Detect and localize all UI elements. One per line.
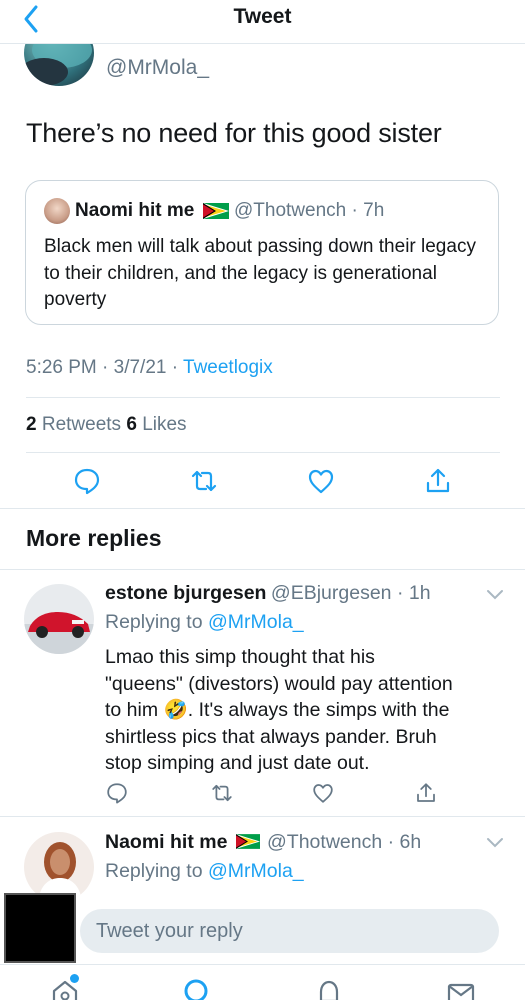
divider (0, 816, 525, 817)
reply-text-line: to him 🤣. It's always the simps with the (105, 699, 450, 722)
meta-separator: · (391, 582, 409, 604)
chevron-down-icon (487, 838, 503, 848)
chevron-left-icon (24, 5, 38, 33)
retweet-button[interactable] (189, 466, 219, 496)
reply-author-name[interactable]: estone bjurgesen (105, 582, 266, 604)
person-avatar-image (24, 832, 94, 902)
source-link[interactable]: Tweetlogix (183, 357, 273, 378)
reply-button[interactable] (105, 781, 129, 805)
share-button[interactable] (423, 466, 453, 496)
reply-time: 6h (399, 831, 422, 853)
replying-mention[interactable]: @MrMola_ (208, 611, 304, 633)
nav-messages[interactable] (446, 977, 476, 1000)
reply-bubble-icon (74, 468, 100, 495)
nav-home[interactable] (50, 974, 80, 1000)
reply-avatar[interactable] (24, 584, 94, 654)
reply-author-handle: @EBjurgesen (270, 582, 392, 604)
user-avatar[interactable] (4, 893, 76, 963)
divider (26, 452, 500, 453)
reply-avatar[interactable] (24, 832, 94, 902)
heart-icon (308, 469, 334, 494)
like-button[interactable] (311, 781, 335, 805)
retweets-count: 2 (26, 414, 37, 435)
replying-to: Replying to @MrMola_ (105, 860, 304, 883)
heart-icon (313, 784, 333, 803)
replying-prefix: Replying to (105, 860, 208, 882)
search-icon (184, 979, 208, 1000)
top-bar (0, 0, 525, 44)
nav-search[interactable] (182, 977, 212, 1000)
share-button[interactable] (414, 781, 438, 805)
tweet-timestamp: 5:26 PM · 3/7/21 · Tweetlogix (26, 357, 273, 379)
reply-text: Lmao this simp thought that his "queens"… (105, 644, 505, 777)
reply-header: Naomi hit me (105, 831, 227, 854)
bell-icon (319, 980, 339, 1000)
replying-to: Replying to @MrMola_ (105, 611, 304, 634)
reply-bubble-icon (107, 783, 127, 804)
meta-separator: · (351, 200, 358, 221)
reply-more-button[interactable] (485, 588, 505, 602)
quoted-author-avatar (44, 198, 70, 224)
quoted-time: 7h (363, 200, 385, 221)
retweet-button[interactable] (210, 781, 234, 805)
car-avatar-image (24, 584, 94, 654)
retweet-icon (212, 784, 232, 802)
replying-prefix: Replying to (105, 611, 208, 633)
reply-text-line: shirtless pics that always pander. Bruh (105, 725, 437, 748)
reply-meta: @Thotwench · 6h (267, 831, 421, 854)
reply-more-button[interactable] (485, 836, 505, 850)
mail-icon (447, 983, 475, 1000)
reply-text-line: Lmao this simp thought that his (105, 646, 375, 668)
bottom-nav (0, 964, 525, 1000)
retweets-label: Retweets (36, 414, 127, 435)
like-button[interactable] (306, 466, 336, 496)
reply-author-name[interactable]: Naomi hit me (105, 831, 227, 853)
tweet-stats[interactable]: 2 Retweets 6 Likes (26, 414, 187, 436)
tweet-text: There’s no need for this good sister (26, 118, 442, 148)
retweet-icon (191, 470, 217, 492)
quoted-author-name: Naomi hit me (75, 200, 195, 221)
reply-time: 1h (408, 582, 431, 604)
reply-header: estone bjurgesen @EBjurgesen · 1h (105, 582, 431, 605)
share-icon (417, 783, 435, 802)
nav-notifications[interactable] (314, 977, 344, 1000)
reply-author-handle: @Thotwench (267, 831, 383, 853)
reply-text-line: "queens" (divestors) would pay attention (105, 672, 453, 695)
reply-input[interactable] (80, 909, 499, 953)
chevron-down-icon (487, 590, 503, 600)
reply-text-line: stop simping and just date out. (105, 752, 370, 775)
share-icon (426, 468, 450, 493)
likes-label: Likes (136, 414, 187, 435)
likes-count: 6 (126, 414, 137, 435)
divider (26, 397, 500, 398)
quoted-author-meta: @Thotwench · 7h (234, 200, 384, 222)
back-button[interactable] (18, 4, 48, 34)
more-replies-title: More replies (26, 525, 162, 551)
reply-button[interactable] (72, 466, 102, 496)
quoted-tweet-text: Black men will talk about passing down t… (44, 236, 476, 310)
meta-separator: · (382, 831, 400, 853)
author-handle[interactable]: @MrMola_ (106, 56, 209, 80)
replying-mention[interactable]: @MrMola_ (208, 860, 304, 882)
unread-dot (70, 974, 79, 983)
quoted-author-handle: @Thotwench (234, 200, 347, 221)
guyana-flag-icon (203, 203, 229, 219)
timestamp-text: 5:26 PM · 3/7/21 · (26, 357, 184, 378)
guyana-flag-icon (236, 834, 260, 849)
